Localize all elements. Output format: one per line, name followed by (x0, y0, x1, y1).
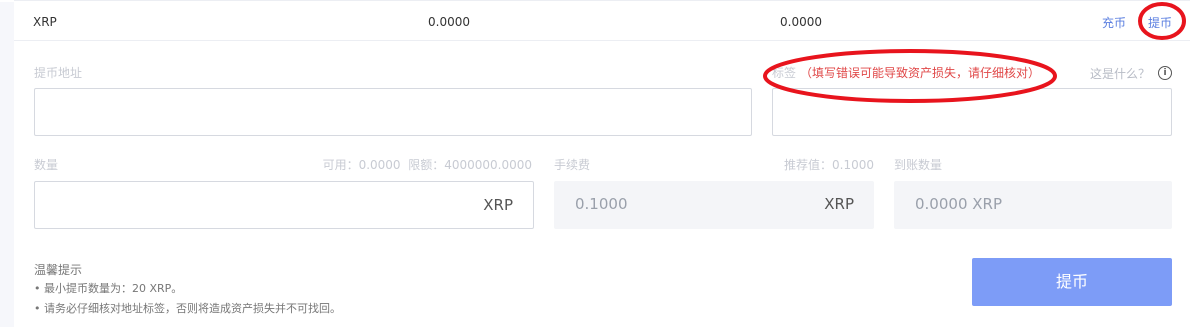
fee-field: 0.1000 XRP (554, 181, 874, 229)
tip-item: • 请务必仔细核对地址标签，否则将造成资产损失并不可找回。 (34, 302, 341, 315)
amount-limits: 可用：0.0000 限额：4000000.0000 (322, 158, 532, 172)
received-value: 0.0000 XRP (915, 195, 1002, 213)
fee-label: 手续费 (554, 158, 591, 172)
received-field: 0.0000 XRP (894, 181, 1172, 229)
amount-unit: XRP (483, 196, 513, 214)
withdraw-submit-button[interactable]: 提币 (972, 258, 1172, 306)
amount-label: 数量 (34, 158, 59, 172)
tag-label: 标签 (772, 66, 797, 80)
tag-help-link[interactable]: 这是什么？ (1090, 66, 1150, 82)
fee-value: 0.1000 (575, 195, 628, 213)
asset-row: XRP 0.0000 0.0000 充币 提币 (14, 0, 1190, 41)
fee-unit: XRP (824, 195, 854, 213)
tips-title: 温馨提示 (34, 263, 83, 277)
received-label: 到账数量 (894, 158, 943, 172)
info-icon[interactable]: i (1158, 66, 1172, 80)
coin-name: XRP (33, 15, 57, 29)
available-balance: 0.0000 (428, 15, 470, 29)
frozen-balance: 0.0000 (780, 15, 822, 29)
address-input[interactable] (34, 88, 752, 136)
amount-input[interactable]: XRP (34, 181, 534, 229)
fee-recommend: 推荐值：0.1000 (784, 158, 874, 172)
tip-item: • 最小提币数量为：20 XRP。 (34, 282, 183, 295)
tag-warning: （填写错误可能导致资产损失，请仔细核对） (800, 66, 1041, 80)
deposit-link[interactable]: 充币 (1102, 14, 1126, 31)
withdraw-link[interactable]: 提币 (1148, 14, 1172, 31)
address-label: 提币地址 (34, 66, 83, 80)
tag-input[interactable] (772, 88, 1172, 136)
